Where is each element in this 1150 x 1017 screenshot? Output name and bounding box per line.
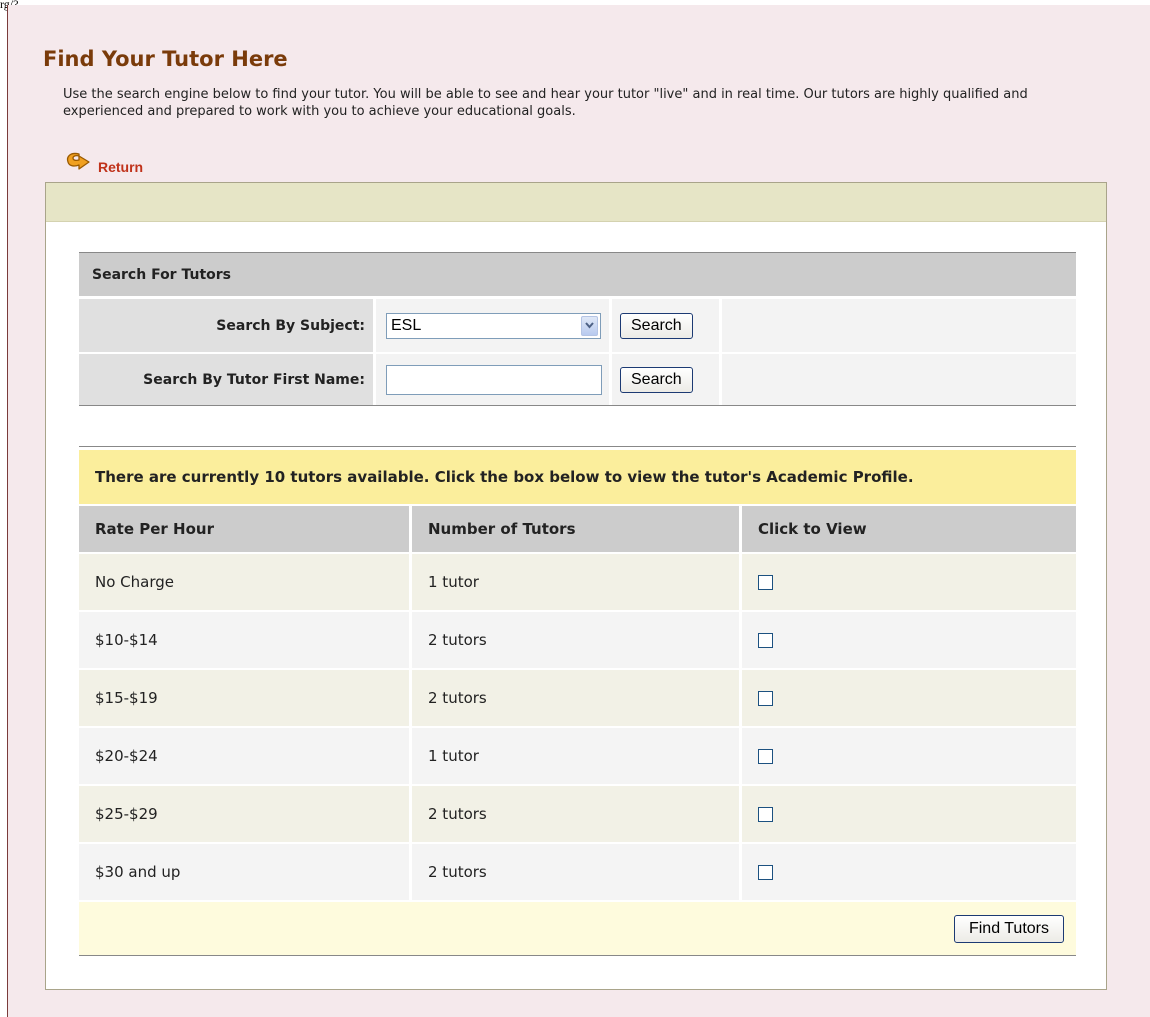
count-cell: 2 tutors <box>412 844 742 900</box>
count-cell: 1 tutor <box>412 728 742 784</box>
rate-cell: $15-$19 <box>79 670 412 726</box>
rate-cell: $20-$24 <box>79 728 412 784</box>
count-cell: 2 tutors <box>412 670 742 726</box>
subject-select[interactable]: ESL <box>386 312 601 339</box>
subject-select-value: ESL <box>391 316 422 334</box>
table-row: $15-$19 2 tutors <box>79 668 1076 726</box>
rate-cell: $10-$14 <box>79 612 412 668</box>
table-row: $30 and up 2 tutors <box>79 842 1076 900</box>
intro-text: Use the search engine below to find your… <box>63 87 1028 119</box>
table-row: $25-$29 2 tutors <box>79 784 1076 842</box>
search-section: Search For Tutors Search By Subject: ESL… <box>79 252 1076 406</box>
rate-cell: No Charge <box>79 554 412 610</box>
count-cell: 2 tutors <box>412 612 742 668</box>
return-label: Return <box>98 159 144 175</box>
chevron-down-icon[interactable] <box>581 315 598 336</box>
column-header-view: Click to View <box>742 506 1076 552</box>
view-checkbox[interactable] <box>758 806 773 822</box>
page-title: Find Your Tutor Here <box>43 47 288 71</box>
panel-header-band <box>46 183 1106 222</box>
count-cell: 1 tutor <box>412 554 742 610</box>
return-arrow-icon <box>63 150 93 178</box>
tutors-section: There are currently 10 tutors available.… <box>79 446 1076 956</box>
table-footer: Find Tutors <box>79 900 1076 955</box>
view-checkbox[interactable] <box>758 574 773 590</box>
subject-label: Search By Subject: <box>79 299 376 352</box>
subject-search-button[interactable]: Search <box>620 312 693 339</box>
view-checkbox[interactable] <box>758 864 773 880</box>
rate-cell: $30 and up <box>79 844 412 900</box>
name-label: Search By Tutor First Name: <box>79 354 376 405</box>
column-header-rate: Rate Per Hour <box>79 506 412 552</box>
table-row: No Charge 1 tutor <box>79 552 1076 610</box>
search-panel: Search For Tutors Search By Subject: ESL… <box>45 182 1107 990</box>
column-header-count: Number of Tutors <box>412 506 742 552</box>
search-header: Search For Tutors <box>79 253 1076 299</box>
view-checkbox[interactable] <box>758 690 773 706</box>
availability-notice: There are currently 10 tutors available.… <box>79 447 1076 504</box>
name-row: Search By Tutor First Name: Search <box>79 352 1076 405</box>
name-search-button[interactable]: Search <box>620 366 693 393</box>
rate-cell: $25-$29 <box>79 786 412 842</box>
tutor-name-input[interactable] <box>386 364 602 395</box>
find-tutors-button[interactable]: Find Tutors <box>953 914 1064 943</box>
view-checkbox[interactable] <box>758 632 773 648</box>
return-link[interactable]: Return <box>63 150 143 178</box>
view-checkbox[interactable] <box>758 748 773 764</box>
table-row: $10-$14 2 tutors <box>79 610 1076 668</box>
subject-row: Search By Subject: ESL Search <box>79 299 1076 352</box>
table-header-row: Rate Per Hour Number of Tutors Click to … <box>79 504 1076 552</box>
table-row: $20-$24 1 tutor <box>79 726 1076 784</box>
count-cell: 2 tutors <box>412 786 742 842</box>
